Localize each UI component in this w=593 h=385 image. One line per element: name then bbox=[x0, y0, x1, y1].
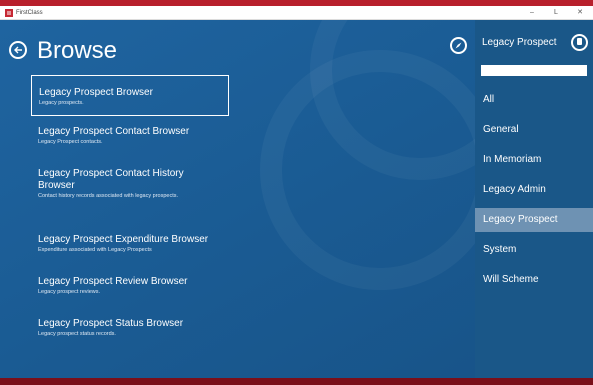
browser-item-title: Legacy Prospect Status Browser bbox=[38, 318, 184, 329]
app-logo-icon bbox=[5, 9, 13, 17]
browser-item-legacy-prospect-review[interactable]: Legacy Prospect Review Browser Legacy pr… bbox=[31, 272, 229, 300]
maximize-button[interactable]: L bbox=[549, 8, 563, 18]
browser-item-description: Expenditure associated with Legacy Prosp… bbox=[38, 247, 152, 253]
window-titlebar: FirstClass – L ✕ bbox=[0, 6, 593, 20]
filter-item-all[interactable]: All bbox=[475, 88, 593, 112]
browser-item-title: Legacy Prospect Contact History Browser bbox=[38, 168, 184, 191]
panel-search-input[interactable] bbox=[481, 65, 587, 76]
status-bar bbox=[0, 378, 593, 385]
compass-icon[interactable] bbox=[450, 37, 467, 54]
browser-item-title: Legacy Prospect Review Browser bbox=[38, 276, 188, 287]
browser-item-description: Legacy prospect status records. bbox=[38, 331, 116, 337]
close-button[interactable]: ✕ bbox=[573, 8, 587, 18]
browser-item-legacy-prospect-contact[interactable]: Legacy Prospect Contact Browser Legacy P… bbox=[31, 122, 229, 150]
filter-item-legacy-prospect[interactable]: Legacy Prospect bbox=[475, 208, 593, 232]
browser-item-legacy-prospect-contact-history[interactable]: Legacy Prospect Contact History Browser … bbox=[31, 164, 221, 204]
browser-item-legacy-prospect[interactable]: Legacy Prospect Browser Legacy prospects… bbox=[31, 75, 229, 116]
browser-item-description: Contact history records associated with … bbox=[38, 193, 179, 199]
minimize-button[interactable]: – bbox=[525, 8, 539, 18]
filter-item-in-memoriam[interactable]: In Memoriam bbox=[475, 148, 593, 172]
filter-panel: Legacy Prospect All General In Memoriam … bbox=[475, 20, 593, 378]
filter-item-legacy-admin[interactable]: Legacy Admin bbox=[475, 178, 593, 202]
browser-item-legacy-prospect-expenditure[interactable]: Legacy Prospect Expenditure Browser Expe… bbox=[31, 230, 261, 258]
panel-title: Legacy Prospect bbox=[482, 37, 557, 48]
browser-item-description: Legacy Prospect contacts. bbox=[38, 139, 103, 145]
pin-icon[interactable] bbox=[571, 34, 588, 51]
filter-item-system[interactable]: System bbox=[475, 238, 593, 262]
back-icon[interactable] bbox=[9, 41, 27, 59]
filter-item-general[interactable]: General bbox=[475, 118, 593, 142]
browser-item-title: Legacy Prospect Browser bbox=[39, 87, 153, 98]
browser-item-legacy-prospect-status[interactable]: Legacy Prospect Status Browser Legacy pr… bbox=[31, 314, 229, 342]
browser-item-description: Legacy prospect reviews. bbox=[38, 289, 101, 295]
browser-item-title: Legacy Prospect Contact Browser bbox=[38, 126, 190, 137]
browse-main-area: Browse Legacy Prospect Browser Legacy pr… bbox=[0, 20, 475, 378]
browser-item-description: Legacy prospects. bbox=[39, 100, 84, 106]
page-title: Browse bbox=[37, 37, 118, 64]
filter-item-will-scheme[interactable]: Will Scheme bbox=[475, 268, 593, 292]
app-title: FirstClass bbox=[16, 10, 43, 16]
browser-item-title: Legacy Prospect Expenditure Browser bbox=[38, 234, 209, 245]
